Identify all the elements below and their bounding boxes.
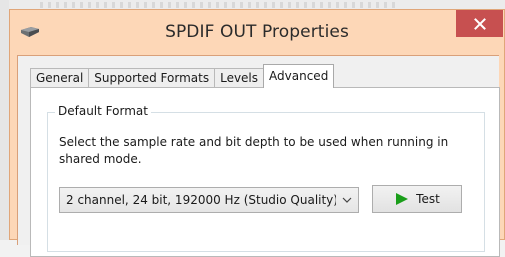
close-icon <box>473 17 486 30</box>
title-bar[interactable]: SPDIF OUT Properties <box>10 10 504 56</box>
tab-general[interactable]: General <box>30 68 90 88</box>
background-window-edge <box>0 0 9 240</box>
tab-advanced[interactable]: Advanced <box>263 64 335 88</box>
play-icon <box>394 192 410 206</box>
default-format-description: Select the sample rate and bit depth to … <box>59 135 449 166</box>
chevron-down-icon <box>336 197 358 203</box>
properties-window: SPDIF OUT Properties General Supported F… <box>9 9 505 257</box>
test-button[interactable]: Test <box>372 185 462 213</box>
selected-format-value: 2 channel, 24 bit, 192000 Hz (Studio Qua… <box>66 193 336 207</box>
advanced-tab-panel: Default Format Select the sample rate an… <box>30 87 500 257</box>
dialog-body: General Supported Formats Levels Advance… <box>17 55 500 257</box>
tab-levels[interactable]: Levels <box>214 68 265 88</box>
default-format-legend: Default Format <box>55 104 151 118</box>
default-format-dropdown[interactable]: 2 channel, 24 bit, 192000 Hz (Studio Qua… <box>59 187 359 213</box>
tab-supported-formats[interactable]: Supported Formats <box>88 68 216 88</box>
default-format-group: Default Format Select the sample rate an… <box>47 104 485 252</box>
background-text <box>40 2 400 8</box>
close-button[interactable] <box>456 10 503 37</box>
tab-strip: General Supported Formats Levels Advance… <box>30 64 335 88</box>
window-title: SPDIF OUT Properties <box>165 22 349 42</box>
test-button-label: Test <box>416 192 440 206</box>
